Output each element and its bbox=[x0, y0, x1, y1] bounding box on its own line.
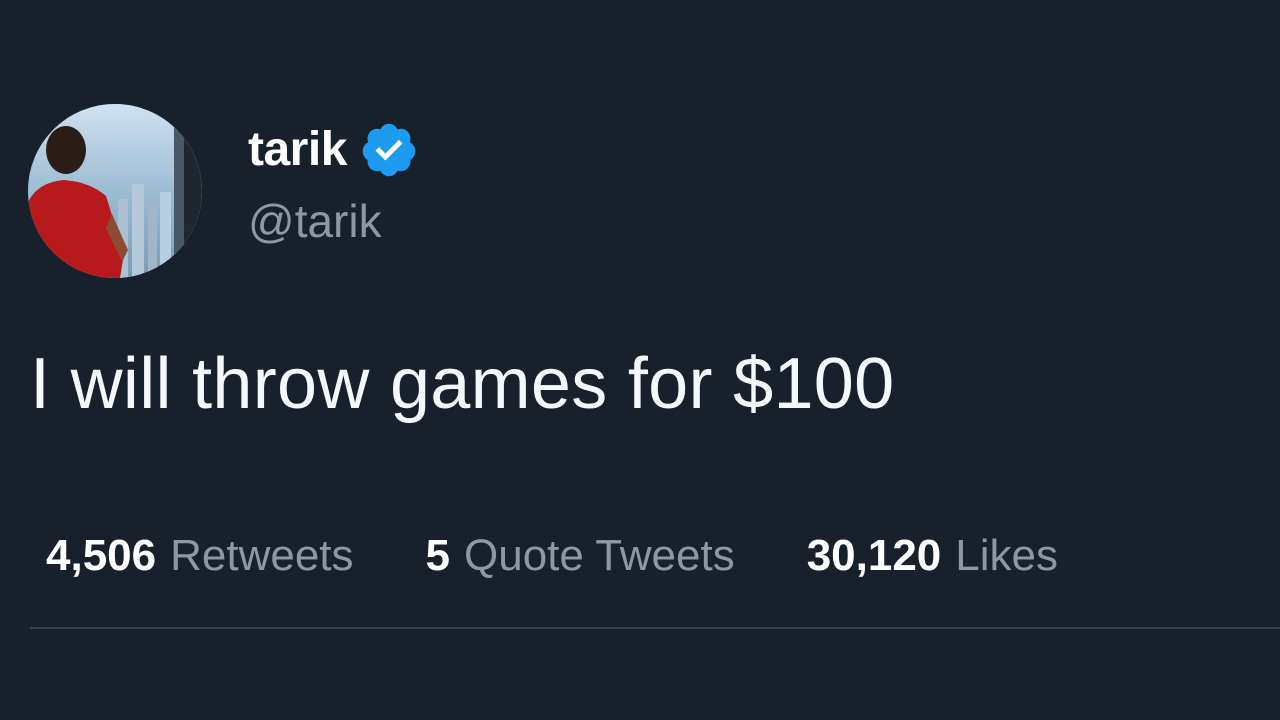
display-name[interactable]: tarik bbox=[248, 126, 347, 174]
avatar[interactable] bbox=[28, 104, 202, 278]
likes-stat[interactable]: 30,120 Likes bbox=[807, 534, 1058, 578]
tweet-stats: 4,506 Retweets 5 Quote Tweets 30,120 Lik… bbox=[46, 528, 1058, 584]
author-row: tarik bbox=[248, 118, 419, 182]
author-handle[interactable]: @tarik bbox=[248, 198, 382, 244]
divider bbox=[30, 627, 1280, 629]
tweet-card: tarik @tarik I will throw games for $100… bbox=[0, 0, 1280, 720]
retweets-stat[interactable]: 4,506 Retweets bbox=[46, 534, 354, 578]
quote-tweets-count: 5 bbox=[425, 531, 451, 580]
verified-badge-icon bbox=[359, 120, 419, 180]
retweets-count: 4,506 bbox=[46, 531, 157, 580]
quote-tweets-stat[interactable]: 5 Quote Tweets bbox=[426, 534, 735, 578]
tweet-text: I will throw games for $100 bbox=[30, 344, 895, 424]
avatar-image bbox=[28, 104, 202, 278]
retweets-label: Retweets bbox=[170, 531, 354, 580]
quote-tweets-label: Quote Tweets bbox=[464, 531, 735, 580]
likes-label: Likes bbox=[955, 531, 1058, 580]
likes-count: 30,120 bbox=[806, 531, 942, 580]
